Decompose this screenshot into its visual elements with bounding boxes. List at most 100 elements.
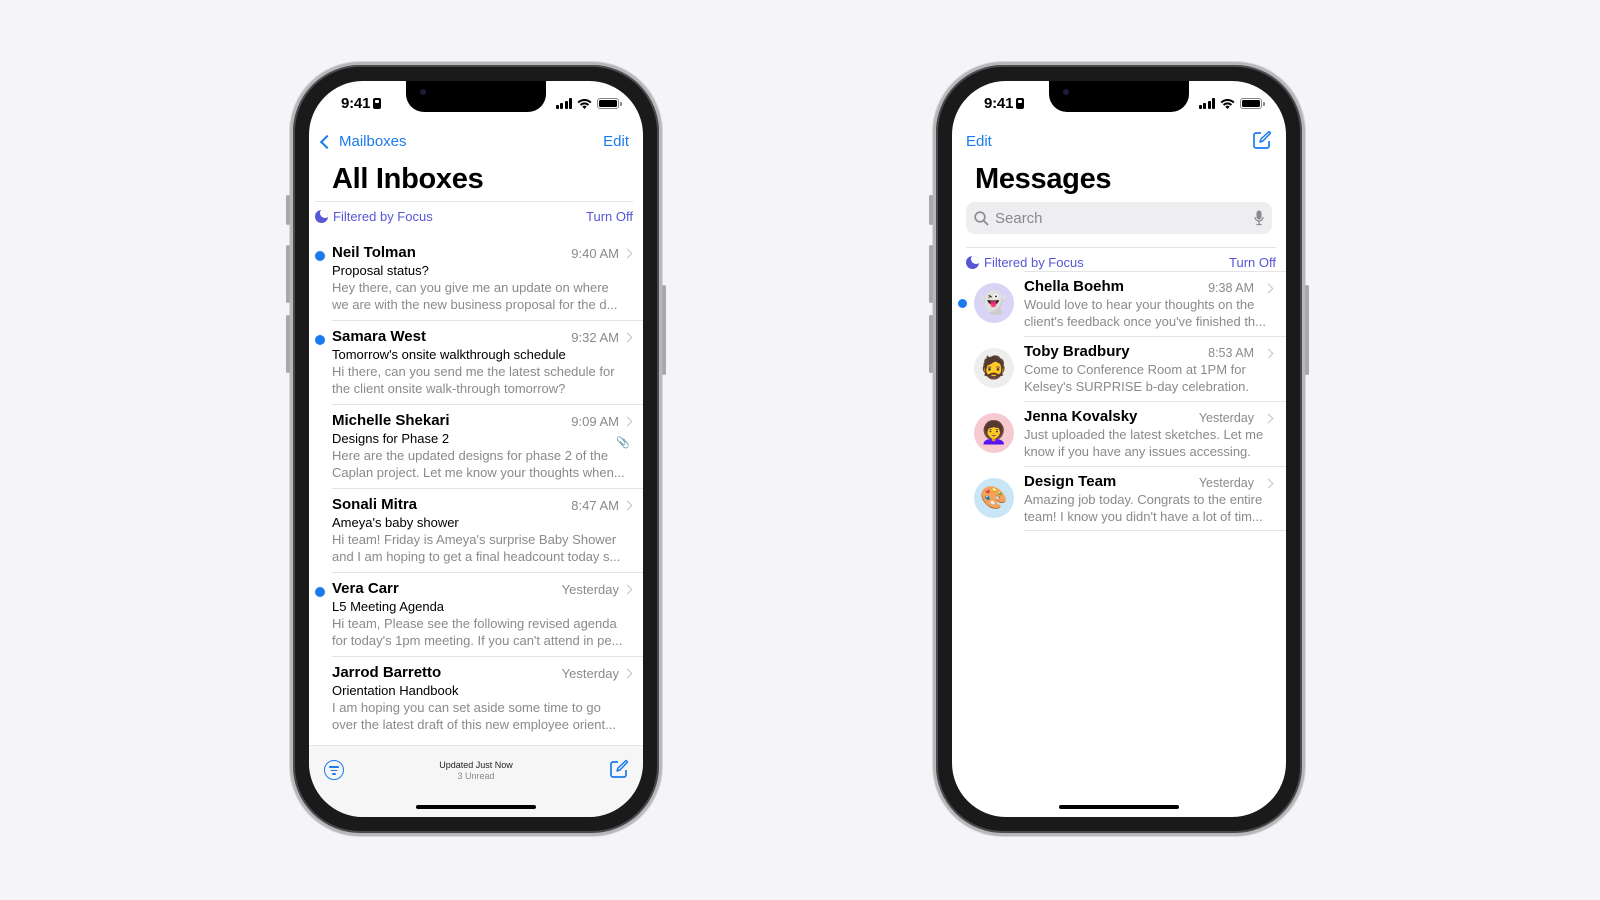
email-subject: Designs for Phase 2 bbox=[332, 431, 450, 446]
email-time: Yesterday bbox=[561, 582, 619, 597]
power-button bbox=[662, 285, 666, 375]
compose-icon[interactable] bbox=[609, 759, 629, 779]
conversation-time: 8:53 AM bbox=[1208, 346, 1254, 360]
email-subject: Ameya's baby shower bbox=[332, 515, 459, 530]
email-time: Yesterday bbox=[561, 666, 619, 681]
avatar: 👻 bbox=[974, 283, 1014, 323]
volume-up-button bbox=[929, 245, 933, 303]
email-preview: over the latest draft of this new employ… bbox=[332, 717, 616, 732]
conversation-row[interactable]: 🧔 Toby Bradbury 8:53 AM Come to Conference … bbox=[952, 336, 1286, 401]
search-input[interactable]: Search bbox=[995, 210, 1254, 227]
email-row[interactable]: Sonali Mitra 8:47 AM Ameya's baby shower Hi… bbox=[309, 488, 643, 572]
email-preview: Hi team! Friday is Ameya's surprise Baby… bbox=[332, 532, 617, 547]
volume-down-button bbox=[929, 315, 933, 373]
cellular-signal-icon bbox=[1198, 98, 1215, 109]
navigation-bar: Edit bbox=[952, 130, 1286, 163]
messages-screen: 9:41 Edit Messages Search Filtered by Fo… bbox=[952, 81, 1286, 817]
compose-icon[interactable] bbox=[1252, 130, 1272, 150]
conversation-preview: know if you have any issues accessing. bbox=[1024, 444, 1251, 459]
home-indicator[interactable] bbox=[1059, 805, 1179, 809]
mail-list: Neil Tolman 9:40 AM Proposal status? Hey th… bbox=[309, 236, 643, 740]
conversation-preview: Amazing job today. Congrats to the entir… bbox=[1024, 492, 1263, 507]
conversation-time: 9:38 AM bbox=[1208, 281, 1254, 295]
unread-dot-icon bbox=[315, 587, 325, 597]
conversation-row[interactable]: 🎨 Design Team Yesterday Amazing job today. … bbox=[952, 466, 1286, 531]
email-row[interactable]: Vera Carr Yesterday L5 Meeting Agenda Hi te… bbox=[309, 572, 643, 656]
search-field[interactable]: Search bbox=[966, 202, 1272, 234]
conversation-preview: Would love to hear your thoughts on the bbox=[1024, 297, 1255, 312]
conversation-list: 👻 Chella Boehm 9:38 AM Would love to hear y… bbox=[952, 271, 1286, 531]
conversation-preview: Kelsey's SURPRISE b-day celebration. bbox=[1024, 379, 1250, 394]
turn-off-focus-button[interactable]: Turn Off bbox=[586, 209, 633, 224]
focus-filter-label: Filtered by Focus bbox=[984, 255, 1084, 270]
home-indicator[interactable] bbox=[416, 805, 536, 809]
turn-off-focus-button[interactable]: Turn Off bbox=[1229, 255, 1276, 270]
email-preview: Caplan project. Let me know your thought… bbox=[332, 465, 625, 480]
email-preview: Here are the updated designs for phase 2… bbox=[332, 448, 609, 463]
edit-button[interactable]: Edit bbox=[966, 133, 992, 150]
messages-phone: 9:41 Edit Messages Search Filtered by Fo… bbox=[929, 62, 1309, 836]
email-row[interactable]: Jarrod Barretto Yesterday Orientation Hand… bbox=[309, 656, 643, 740]
battery-icon bbox=[597, 98, 622, 109]
mute-switch bbox=[286, 195, 290, 225]
mail-screen: 9:41 Mailboxes Edit All Inboxes Filtered… bbox=[309, 81, 643, 817]
mute-switch bbox=[929, 195, 933, 225]
power-button bbox=[1305, 285, 1309, 375]
updated-status: Updated Just Now bbox=[439, 760, 513, 770]
ghost-memoji-icon: 👻 bbox=[980, 290, 1008, 315]
conversation-time: Yesterday bbox=[1198, 476, 1254, 490]
memoji-icon: 👩‍🦱 bbox=[980, 420, 1008, 445]
unread-count: 3 Unread bbox=[457, 771, 495, 781]
notch bbox=[406, 81, 546, 112]
edit-button[interactable]: Edit bbox=[603, 133, 629, 150]
wifi-icon bbox=[577, 99, 592, 109]
conversation-time: Yesterday bbox=[1198, 411, 1254, 425]
email-subject: Orientation Handbook bbox=[332, 683, 459, 698]
email-preview: and I am hoping to get a final headcount… bbox=[332, 549, 621, 564]
cellular-signal-icon bbox=[555, 98, 572, 109]
mail-phone: 9:41 Mailboxes Edit All Inboxes Filtered… bbox=[286, 62, 666, 836]
focus-status-icon bbox=[1016, 98, 1025, 109]
page-title: Messages bbox=[975, 163, 1112, 195]
email-subject: Proposal status? bbox=[332, 263, 429, 278]
focus-filter-label: Filtered by Focus bbox=[333, 209, 433, 224]
avatar: 👩‍🦱 bbox=[974, 413, 1014, 453]
unread-dot-icon bbox=[315, 335, 325, 345]
unread-dot-icon bbox=[315, 251, 325, 261]
email-time: 9:40 AM bbox=[571, 246, 619, 261]
conversation-row[interactable]: 👻 Chella Boehm 9:38 AM Would love to hear y… bbox=[952, 271, 1286, 336]
conversation-row[interactable]: 👩‍🦱 Jenna Kovalsky Yesterday Just uploaded … bbox=[952, 401, 1286, 466]
email-subject: Tomorrow's onsite walkthrough schedule bbox=[332, 347, 566, 362]
email-time: 9:09 AM bbox=[571, 414, 619, 429]
email-time: 8:47 AM bbox=[571, 498, 619, 513]
volume-down-button bbox=[286, 315, 290, 373]
email-preview: for today's 1pm meeting. If you can't at… bbox=[332, 633, 623, 648]
email-preview: Hi team, Please see the following revise… bbox=[332, 616, 617, 631]
search-icon bbox=[974, 210, 989, 225]
photo-icon: 🧔 bbox=[980, 355, 1008, 380]
notch bbox=[1049, 81, 1189, 112]
email-row[interactable]: Samara West 9:32 AM Tomorrow's onsite walk… bbox=[309, 320, 643, 404]
mailboxes-back-button[interactable]: Mailboxes bbox=[319, 133, 407, 150]
conversation-preview: team! I know you didn't have a lot of ti… bbox=[1024, 509, 1263, 524]
volume-up-button bbox=[286, 245, 290, 303]
battery-icon bbox=[1240, 98, 1265, 109]
email-preview: I am hoping you can set aside some time … bbox=[332, 700, 601, 715]
email-time: 9:32 AM bbox=[571, 330, 619, 345]
palette-icon: 🎨 bbox=[980, 485, 1008, 510]
moon-icon bbox=[315, 210, 328, 223]
avatar: 🎨 bbox=[974, 478, 1014, 518]
email-subject: L5 Meeting Agenda bbox=[332, 599, 445, 614]
conversation-preview: Just uploaded the latest sketches. Let m… bbox=[1024, 427, 1264, 442]
email-row[interactable]: Michelle Shekari 9:09 AM 📎 Designs for Phas… bbox=[309, 404, 643, 488]
wifi-icon bbox=[1220, 99, 1235, 109]
conversation-preview: client's feedback once you've finished t… bbox=[1024, 314, 1266, 329]
paperclip-icon: 📎 bbox=[616, 437, 630, 449]
microphone-icon[interactable] bbox=[1254, 210, 1264, 226]
focus-status-icon bbox=[373, 98, 382, 109]
email-row[interactable]: Neil Tolman 9:40 AM Proposal status? Hey th… bbox=[309, 236, 643, 320]
status-time: 9:41 bbox=[984, 95, 1025, 112]
email-preview: the client onsite walk-through tomorrow? bbox=[332, 381, 566, 396]
status-time: 9:41 bbox=[341, 95, 382, 112]
email-preview: Hi there, can you send me the latest sch… bbox=[332, 364, 615, 379]
